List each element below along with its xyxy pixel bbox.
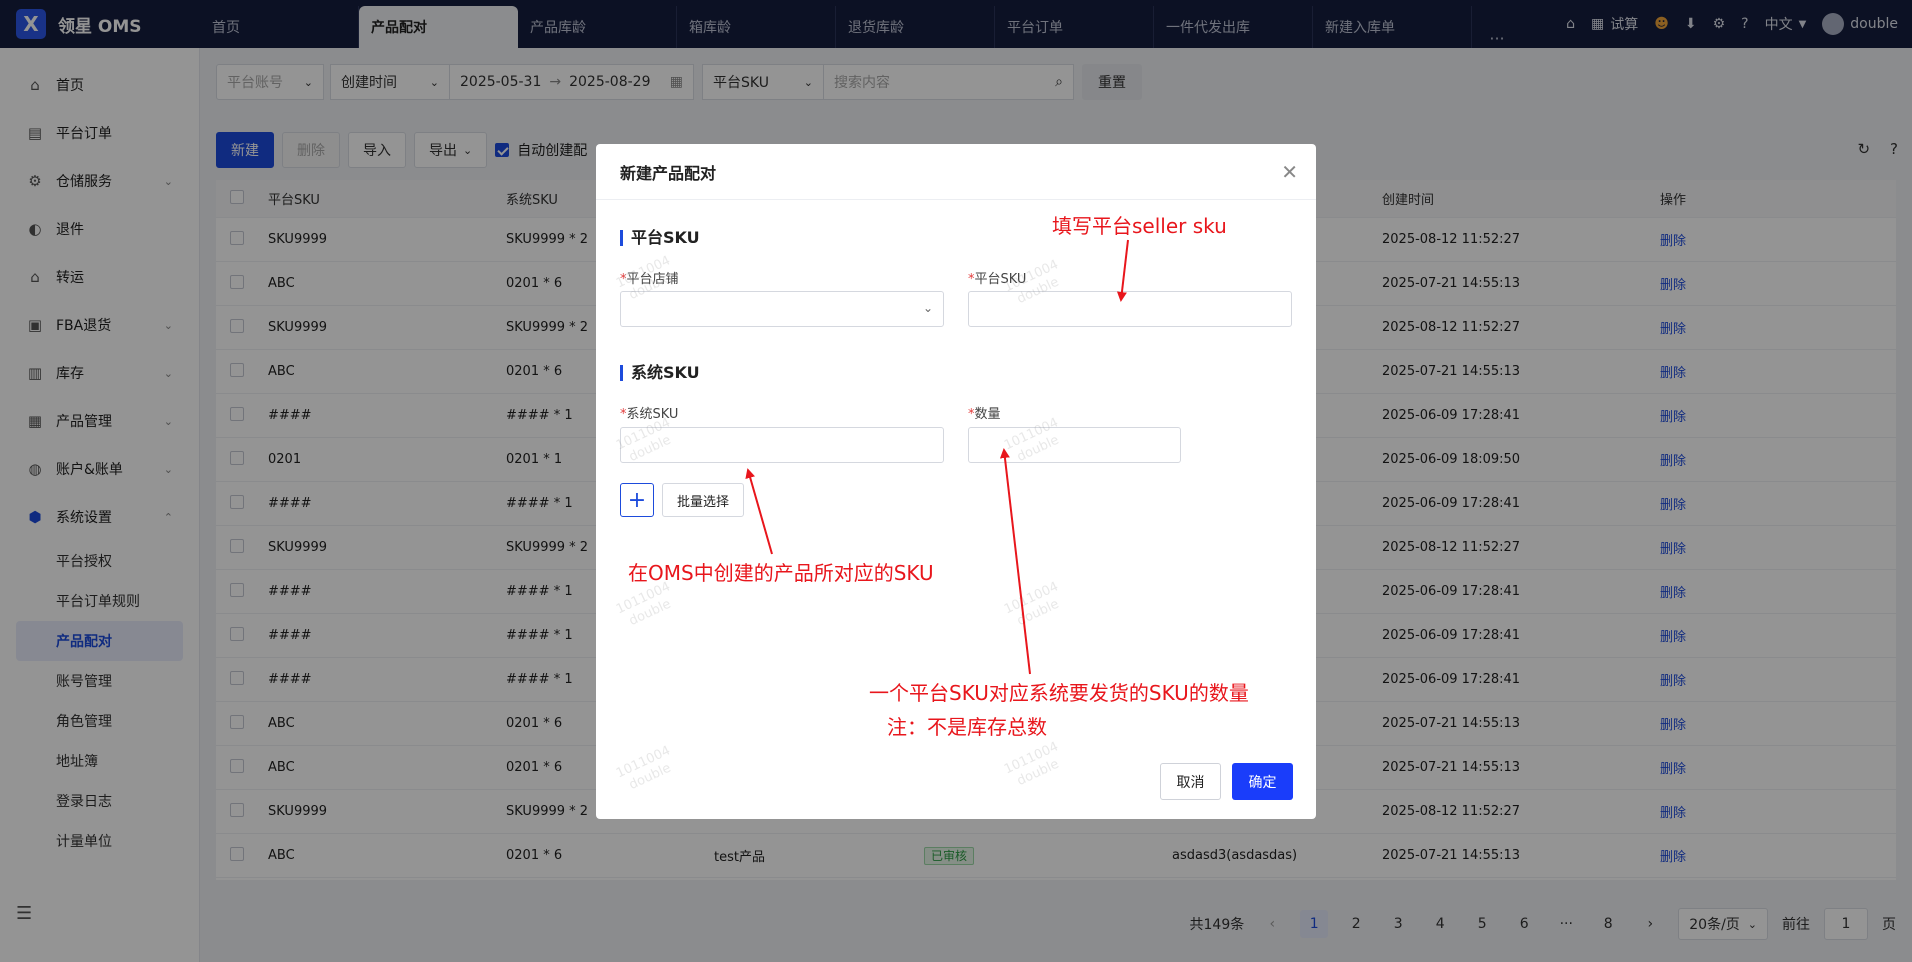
arrow-to-platform-sku	[1116, 239, 1129, 302]
arrow-to-quantity	[999, 448, 1031, 675]
arrow-to-system-sku	[745, 468, 773, 555]
annotation-arrows	[745, 239, 1129, 675]
